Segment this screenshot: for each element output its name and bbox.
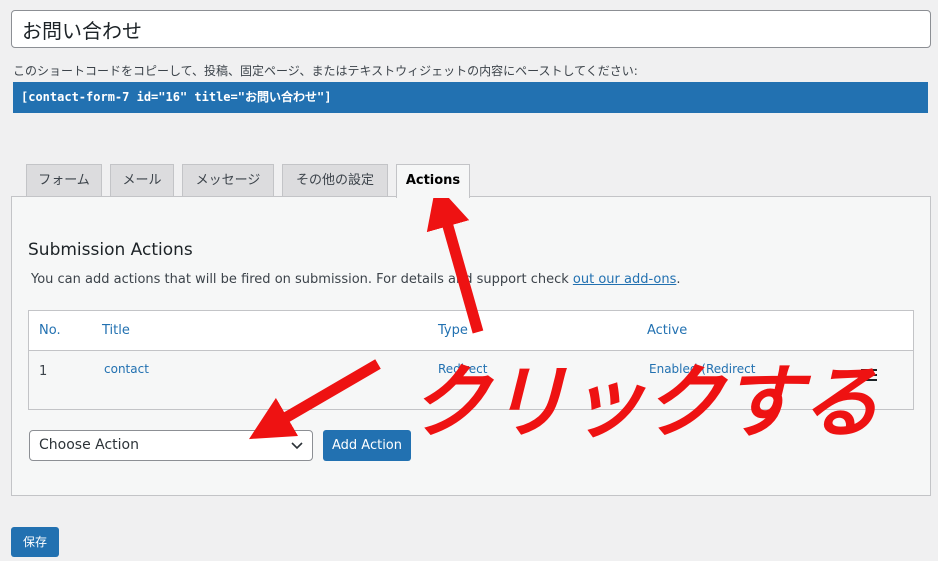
description-text: You can add actions that will be fired o… [31, 272, 573, 287]
submission-actions-heading: Submission Actions [28, 240, 193, 260]
shortcode-field[interactable]: [contact-form-7 id="16" title="お問い合わせ"] [13, 82, 928, 113]
shortcode-help-text: このショートコードをコピーして、投稿、固定ページ、またはテキストウィジェットの内… [13, 64, 638, 78]
column-no[interactable]: No. [39, 323, 61, 338]
column-type[interactable]: Type [438, 323, 468, 338]
save-button[interactable]: 保存 [11, 527, 59, 557]
tab-form[interactable]: フォーム [26, 164, 102, 197]
add-action-button[interactable]: Add Action [323, 430, 411, 461]
tab-additional-settings[interactable]: その他の設定 [282, 164, 388, 197]
description-end: . [676, 272, 681, 287]
row-title-link[interactable]: contact [104, 362, 149, 376]
form-title-input[interactable] [11, 10, 931, 48]
choose-action-select[interactable]: Choose Action [29, 430, 313, 461]
tab-messages[interactable]: メッセージ [182, 164, 274, 197]
column-active[interactable]: Active [647, 323, 687, 338]
chevron-down-icon [291, 442, 303, 450]
actions-table: No. Title Type Active 1 contact Redirect… [28, 310, 914, 410]
select-value: Choose Action [39, 437, 139, 453]
submission-actions-description: You can add actions that will be fired o… [31, 272, 681, 287]
table-row: 1 contact Redirect Enabled (Redirect [29, 351, 913, 409]
row-active-status: Enabled (Redirect [649, 362, 756, 376]
table-header: No. Title Type Active [29, 311, 913, 351]
tab-mail[interactable]: メール [110, 164, 174, 197]
addons-link[interactable]: out our add-ons [573, 272, 676, 287]
tab-actions[interactable]: Actions [396, 164, 470, 198]
drag-handle-icon[interactable] [861, 369, 877, 381]
column-title[interactable]: Title [102, 323, 130, 338]
row-type: Redirect [438, 362, 488, 376]
row-number: 1 [39, 364, 48, 379]
